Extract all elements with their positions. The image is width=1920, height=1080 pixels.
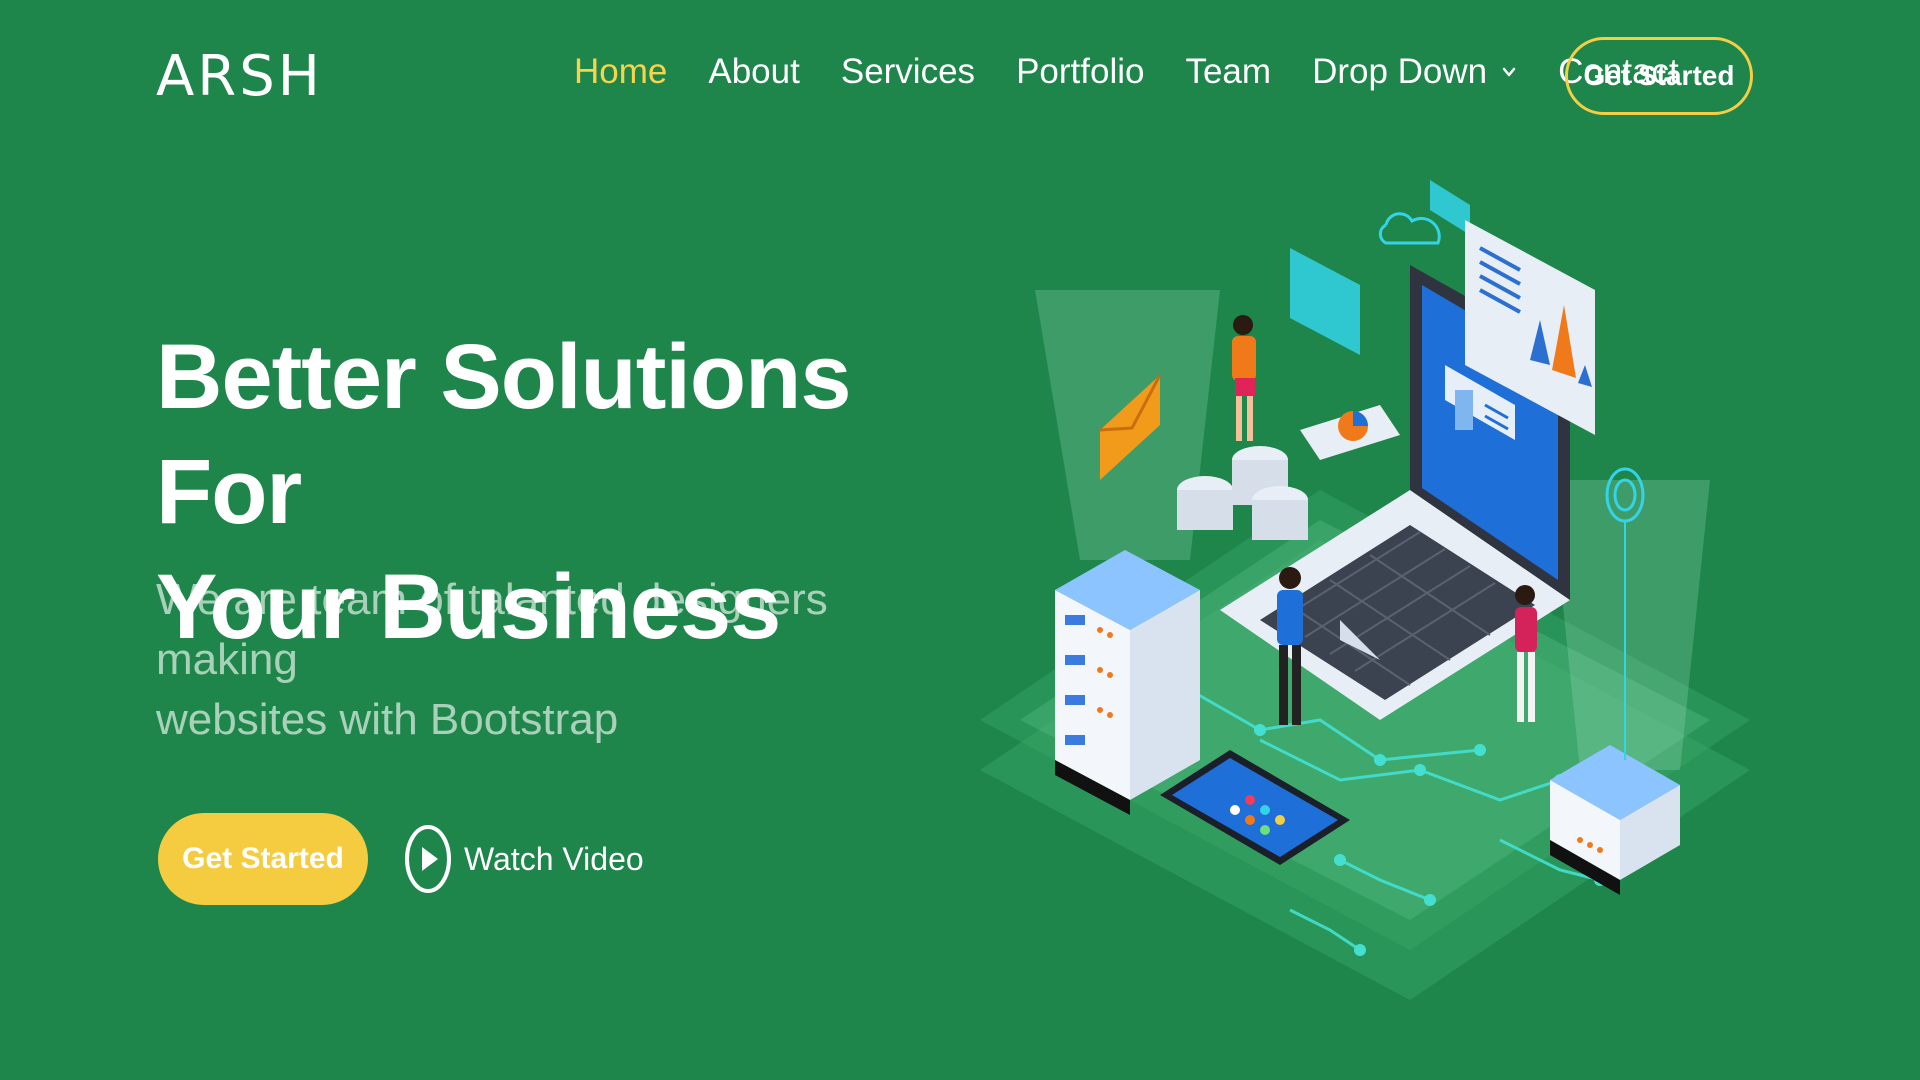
header-get-started-button[interactable]: Get Started (1565, 37, 1753, 115)
nav-home[interactable]: Home (574, 52, 667, 92)
play-circle-icon (405, 825, 451, 893)
watch-video-link[interactable]: Watch Video (404, 823, 644, 895)
site-header: ARSH Home About Services Portfolio Team … (0, 0, 1920, 155)
hero-illustration (980, 180, 1750, 1000)
hero-get-started-button[interactable]: Get Started (158, 813, 368, 905)
nav-services[interactable]: Services (841, 52, 975, 92)
hero-title-line1: Better Solutions For (156, 326, 851, 543)
hero-subtitle-line1: We are team of talanted designers making (156, 575, 828, 684)
nav-portfolio[interactable]: Portfolio (1016, 52, 1144, 92)
main-nav: Home About Services Portfolio Team Drop … (574, 52, 1720, 92)
chevron-down-icon (1502, 67, 1516, 77)
hero-subtitle-line2: websites with Bootstrap (156, 695, 619, 744)
hero-subtitle: We are team of talanted designers making… (156, 570, 876, 750)
nav-dropdown[interactable]: Drop Down (1312, 52, 1517, 92)
nav-dropdown-label: Drop Down (1312, 52, 1488, 91)
watch-video-label: Watch Video (464, 840, 644, 877)
nav-team[interactable]: Team (1185, 52, 1271, 92)
logo[interactable]: ARSH (156, 44, 323, 109)
nav-about[interactable]: About (708, 52, 799, 92)
